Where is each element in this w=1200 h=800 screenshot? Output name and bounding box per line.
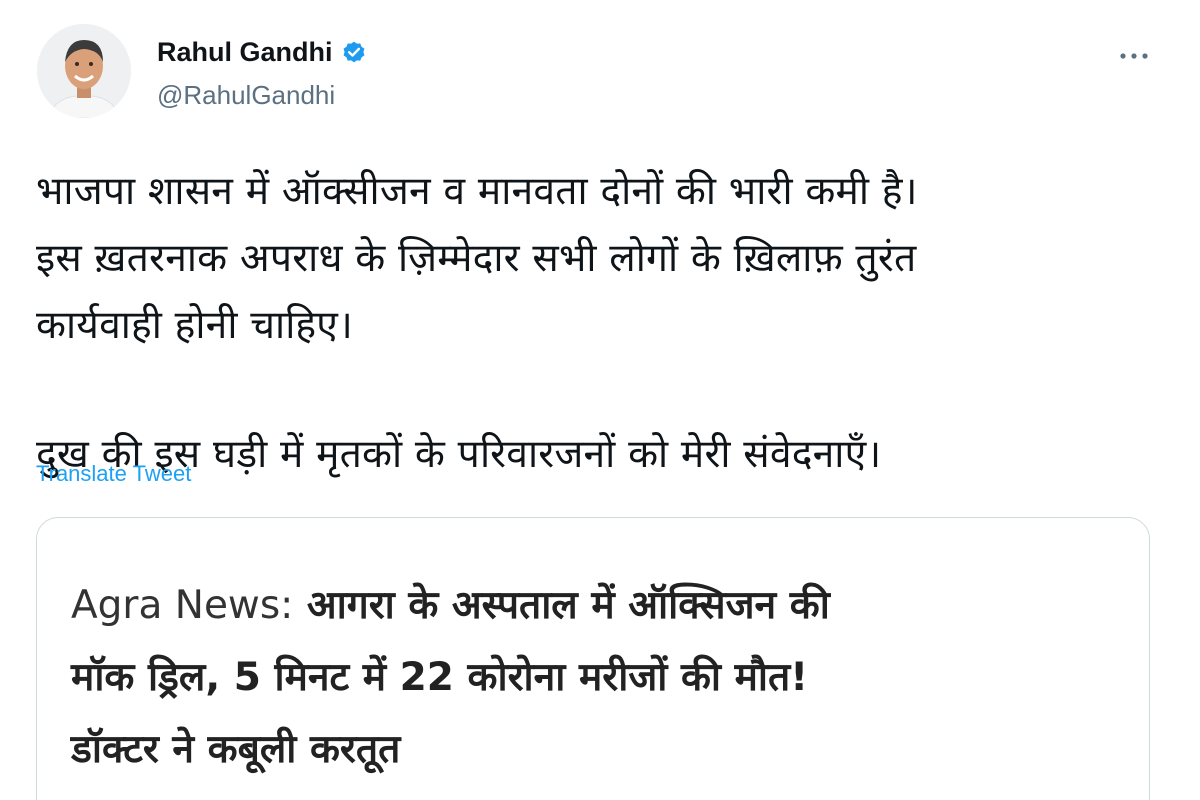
- author-name-row[interactable]: Rahul Gandhi: [157, 37, 367, 68]
- profile-photo-icon: [37, 24, 131, 118]
- card-headline-line: मॉक ड्रिल, 5 मिनट में 22 कोरोना मरीजों क…: [71, 655, 809, 700]
- more-options-button[interactable]: [1114, 42, 1154, 70]
- card-headline-prefix: Agra News:: [71, 583, 294, 628]
- card-headline-line: Agra News: आगरा के अस्पताल में ऑक्सिजन क…: [71, 570, 1131, 642]
- tweet-paragraph-1: भाजपा शासन में ऑक्सीजन व मानवता दोनों की…: [36, 158, 1146, 359]
- author-name[interactable]: Rahul Gandhi: [157, 37, 333, 68]
- link-preview-card[interactable]: Agra News: आगरा के अस्पताल में ऑक्सिजन क…: [36, 517, 1150, 800]
- card-headline-line1-rest: आगरा के अस्पताल में ऑक्सिजन की: [293, 583, 830, 628]
- translate-tweet-link[interactable]: Translate Tweet: [36, 461, 191, 487]
- more-horizontal-icon: [1120, 53, 1148, 59]
- card-headline-line: डॉक्टर ने कबूली करतूत: [71, 727, 401, 772]
- tweet-line: भाजपा शासन में ऑक्सीजन व मानवता दोनों की…: [36, 169, 918, 214]
- author-handle[interactable]: @RahulGandhi: [157, 80, 335, 111]
- tweet-paragraph-2: दुख की इस घड़ी में मृतकों के परिवारजनों …: [36, 421, 1146, 488]
- card-headline[interactable]: Agra News: आगरा के अस्पताल में ऑक्सिजन क…: [71, 570, 1131, 786]
- verified-badge-icon: [343, 41, 364, 62]
- tweet-line: इस ख़तरनाक अपराध के ज़िम्मेदार सभी लोगों…: [36, 236, 917, 281]
- tweet-line: दुख की इस घड़ी में मृतकों के परिवारजनों …: [36, 432, 882, 477]
- tweet: Rahul Gandhi @RahulGandhi भाजपा शासन में…: [0, 0, 1200, 800]
- tweet-line: कार्यवाही होनी चाहिए।: [36, 303, 354, 348]
- tweet-text: भाजपा शासन में ऑक्सीजन व मानवता दोनों की…: [36, 158, 1146, 488]
- avatar[interactable]: [37, 24, 131, 118]
